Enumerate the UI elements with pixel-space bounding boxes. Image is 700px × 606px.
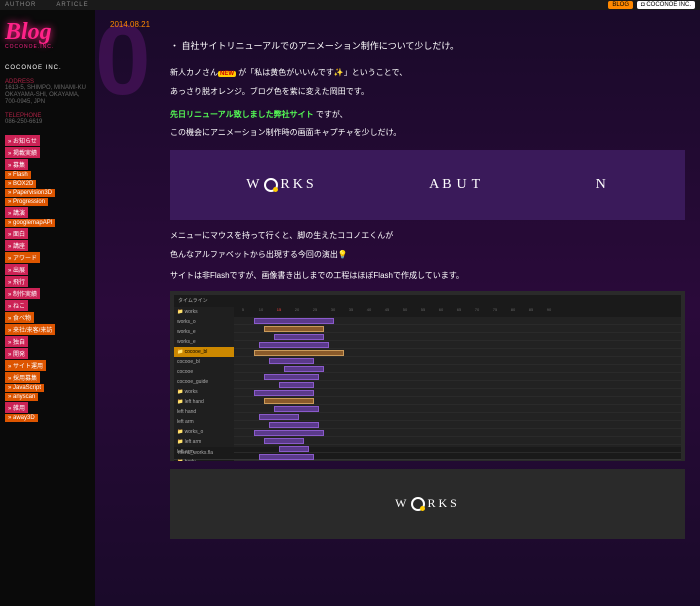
tag-item[interactable]: » 講演	[5, 207, 28, 218]
paragraph: 色んなアルファベットから出現する今回の演出💡	[170, 249, 685, 262]
o-icon	[411, 497, 425, 511]
tag-item[interactable]: » 募集	[5, 159, 28, 170]
tag-item[interactable]: » ねこ	[5, 300, 28, 311]
new-badge: NEW	[218, 71, 236, 77]
badge-blog[interactable]: BLOG	[608, 1, 633, 9]
timeline-layer: cocooe_bl	[174, 357, 234, 367]
screenshot-timeline: タイムライン 📁 worksworks_oworks_eworks_e📁 coc…	[170, 291, 685, 461]
tag-item[interactable]: » away3D	[5, 414, 38, 422]
screenshot-menu: WRKS ABUT N	[170, 150, 685, 220]
tag-item[interactable]: » Progression	[5, 198, 48, 206]
tag-item[interactable]: » Papervision3D	[5, 189, 55, 197]
tag-list: » お知らせ» 掲載実績» 募集» Flash» BOX2D» Papervis…	[5, 135, 90, 422]
o-icon	[264, 178, 278, 192]
post-title[interactable]: 自社サイトリニューアルでのアニメーション制作について少しだけ。	[170, 39, 685, 52]
paragraph: あっさり脱オレンジ。ブログ色を紫に変えた岡田です。	[170, 86, 685, 99]
screenshot-works-logo: WRKS	[170, 469, 685, 539]
timeline-layer: 📁 left hand	[174, 397, 234, 407]
tag-item[interactable]: » 講座	[5, 240, 28, 251]
tag-item[interactable]: » 飛行	[5, 276, 28, 287]
works-logo: WRKS	[395, 494, 460, 513]
timeline-layers: 📁 worksworks_oworks_eworks_e📁 cocooe_blc…	[174, 307, 234, 447]
nav-author[interactable]: AUTHOR	[5, 2, 36, 8]
timeline-layer: 📁 left arm	[174, 437, 234, 447]
menu-n: N	[596, 174, 609, 196]
tag-item[interactable]: » 採用募集	[5, 372, 40, 383]
tag-item[interactable]: » お知らせ	[5, 135, 40, 146]
menu-about: ABUT	[429, 174, 483, 196]
paragraph: 新人カノさんNEW が「私は黄色がいいんです✨」ということで、	[170, 67, 685, 80]
logo-text: Blog	[5, 20, 90, 44]
timeline-layer: cocooe_guide	[174, 377, 234, 387]
big-number: 0	[95, 20, 151, 100]
timeline-layer: works_o	[174, 317, 234, 327]
site-link[interactable]: 先日リニューアル致しました弊社サイト	[170, 110, 314, 119]
timeline-layer: left hand	[174, 407, 234, 417]
company-name: COCONOE INC.	[5, 65, 90, 71]
tag-item[interactable]: » 開発	[5, 348, 28, 359]
badge-company[interactable]: ◘ COCONOE INC.	[637, 1, 695, 9]
menu-works: WRKS	[246, 174, 316, 196]
tag-item[interactable]: » 独自	[5, 336, 28, 347]
tag-item[interactable]: » 食べ物	[5, 312, 34, 323]
tag-item[interactable]: » アワード	[5, 252, 40, 263]
timeline-layer: 📁 body	[174, 457, 234, 461]
timeline-layer: 📁 cocooe_bl	[174, 347, 234, 357]
telephone-text: 086-250-6619	[5, 119, 90, 125]
tag-item[interactable]: » BOX2D	[5, 180, 36, 188]
paragraph: メニューにマウスを持って行くと、脚の生えたココノエくんが	[170, 230, 685, 243]
tag-item[interactable]: » JavaScript	[5, 384, 44, 392]
tag-item[interactable]: » Flash	[5, 171, 31, 179]
tag-item[interactable]: » サイト運用	[5, 360, 46, 371]
paragraph: 先日リニューアル致しました弊社サイト ですが、	[170, 109, 685, 122]
timeline-layer: 📁 works	[174, 307, 234, 317]
address-text: 1613-5, SHIMPO, MINAMI-KU OKAYAMA-SHI, O…	[5, 85, 90, 107]
tag-item[interactable]: » anyscan	[5, 393, 38, 401]
timeline-layer: works_e	[174, 327, 234, 337]
sparkle-icon: ✨	[334, 68, 344, 77]
tag-item[interactable]: » 雑用	[5, 402, 28, 413]
tag-item[interactable]: » 掲載実績	[5, 147, 40, 158]
paragraph: サイトは非Flashですが、画像書き出しまでの工程はほぼFlashで作成していま…	[170, 270, 685, 283]
tag-item[interactable]: » 来社/来客/来訪	[5, 324, 55, 335]
timeline-track: 51015202530354045505560657075808590	[234, 307, 681, 447]
tag-item[interactable]: » 面白	[5, 228, 28, 239]
timeline-header: タイムライン	[174, 295, 681, 307]
paragraph: この機会にアニメーション制作時の画面キャプチャを少しだけ。	[170, 127, 685, 140]
timeline-layer: 📁 works	[174, 387, 234, 397]
timeline-layer: 📁 works_o	[174, 427, 234, 437]
main-content: 0 2014.08.21 自社サイトリニューアルでのアニメーション制作について少…	[95, 10, 700, 606]
tag-item[interactable]: » 制作実績	[5, 288, 40, 299]
site-logo[interactable]: Blog COCONOE.INC.	[5, 20, 90, 50]
timeline-layer: works_e	[174, 337, 234, 347]
sidebar: Blog COCONOE.INC. COCONOE INC. ADDRESS 1…	[0, 10, 95, 606]
nav-article[interactable]: ARTICLE	[56, 2, 88, 8]
timeline-layer: left arm	[174, 417, 234, 427]
bulb-icon: 💡	[338, 250, 348, 259]
logo-subtitle: COCONOE.INC.	[5, 44, 90, 50]
post-date: 2014.08.21	[110, 20, 685, 29]
tag-item[interactable]: » googlemapAPI	[5, 219, 55, 227]
timeline-ruler: 51015202530354045505560657075808590	[234, 307, 681, 317]
timeline-layer: cocooe	[174, 367, 234, 377]
tag-item[interactable]: » 出展	[5, 264, 28, 275]
